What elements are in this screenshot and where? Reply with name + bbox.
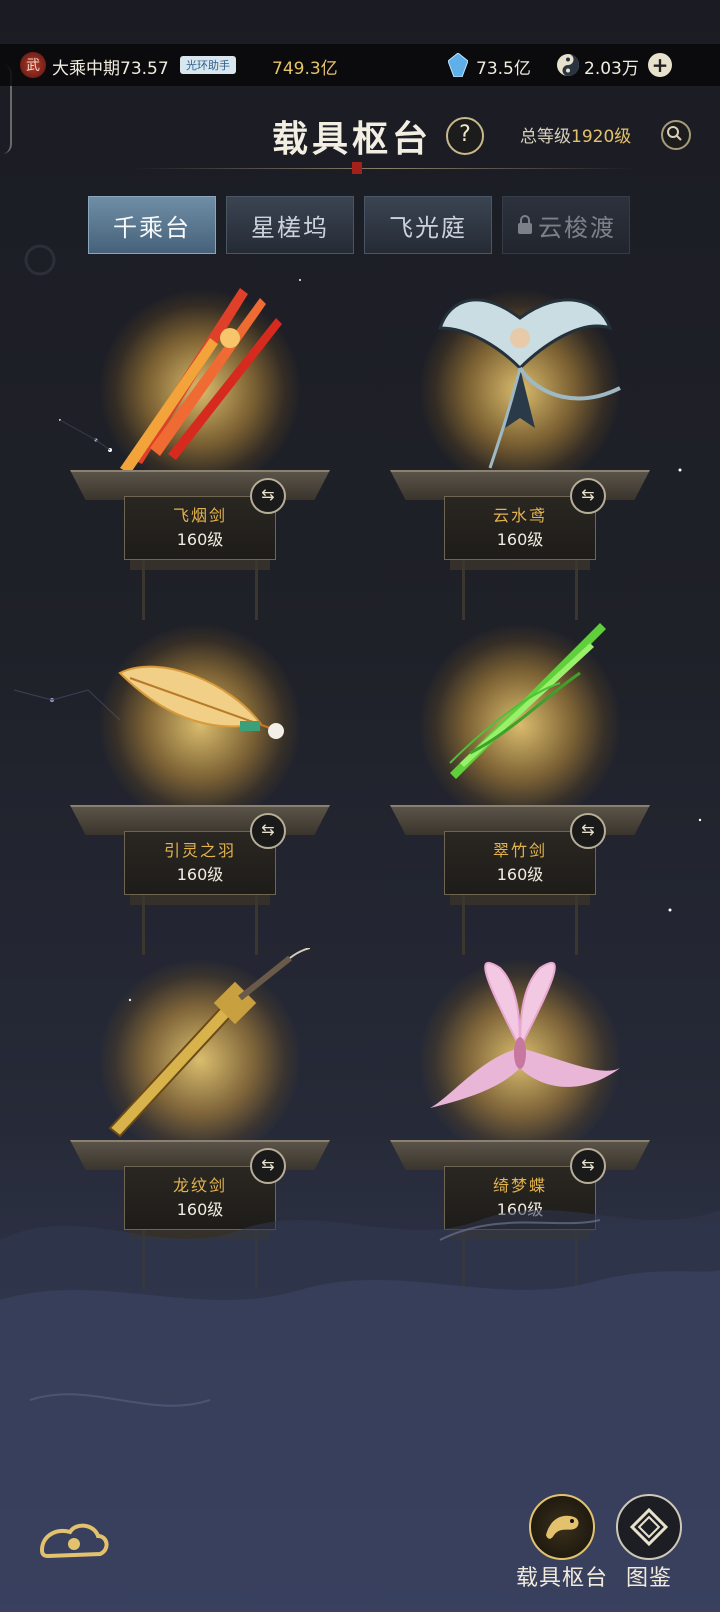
tab-label: 千乘台 xyxy=(113,213,191,242)
title-divider xyxy=(134,168,634,169)
pedestal-legs xyxy=(142,895,258,955)
swap-button[interactable]: ⇆ xyxy=(570,478,606,514)
item-level: 160级 xyxy=(176,530,224,549)
vehicle-card[interactable]: 引灵之羽 160级 ⇆ xyxy=(70,625,330,965)
tab-label: 飞光庭 xyxy=(389,213,467,242)
spirit-amount: 2.03万 xyxy=(584,59,639,79)
yin-yang-icon xyxy=(557,54,579,76)
item-level: 160级 xyxy=(176,865,224,884)
bamboo-sword-icon xyxy=(449,623,606,779)
page-title: 载具枢台 xyxy=(272,118,433,160)
swap-button[interactable]: ⇆ xyxy=(250,1148,286,1184)
atlas-nav[interactable]: 图鉴 xyxy=(616,1494,682,1592)
swap-button[interactable]: ⇆ xyxy=(250,813,286,849)
add-currency-button[interactable]: + xyxy=(648,53,672,77)
swap-button[interactable]: ⇆ xyxy=(250,478,286,514)
total-level: 总等级1920级 xyxy=(520,122,631,147)
helper-pill[interactable]: 光环助手 xyxy=(180,56,236,74)
vehicle-card[interactable]: 飞烟剑 160级 ⇆ xyxy=(70,288,330,630)
category-tabs: 千乘台 星槎坞 飞光庭 云梭渡 xyxy=(88,196,630,254)
vehicle-card[interactable]: 云水鸢 160级 ⇆ xyxy=(390,290,650,630)
cloud-menu-icon[interactable] xyxy=(36,1520,112,1566)
vehicle-platform-nav[interactable]: 载具枢台 xyxy=(516,1494,608,1592)
tab-label: 云梭渡 xyxy=(538,213,616,242)
total-level-value: 1920级 xyxy=(571,127,632,147)
item-level: 160级 xyxy=(496,865,544,884)
flame-sword-icon xyxy=(120,288,282,474)
feather-icon xyxy=(118,665,284,739)
butterfly-icon xyxy=(430,961,620,1108)
pedestal-legs xyxy=(462,895,578,955)
tab-xingchawu[interactable]: 星槎坞 xyxy=(226,196,354,254)
nav-label: 载具枢台 xyxy=(516,1566,609,1591)
coin-amount: 749.3亿 xyxy=(272,59,338,79)
realm-text: 大乘中期73.57 xyxy=(52,59,169,79)
swap-button[interactable]: ⇆ xyxy=(570,813,606,849)
search-icon[interactable] xyxy=(661,120,691,150)
qilin-icon xyxy=(529,1494,595,1560)
gem-amount: 73.5亿 xyxy=(476,59,531,79)
help-button[interactable]: ? xyxy=(446,117,484,155)
lock-icon xyxy=(518,215,532,234)
gem-icon xyxy=(448,53,468,77)
item-level: 160级 xyxy=(496,530,544,549)
pedestal-legs xyxy=(142,560,258,620)
vehicle-card[interactable]: 翠竹剑 160级 ⇆ xyxy=(390,623,650,965)
pedestal-legs xyxy=(462,560,578,620)
tab-feiguangting[interactable]: 飞光庭 xyxy=(364,196,492,254)
resource-bar: 武 大乘中期73.57 光环助手 749.3亿 73.5亿 2.03万 + xyxy=(0,44,720,86)
total-level-label: 总等级 xyxy=(520,127,571,147)
tab-qianchengtai[interactable]: 千乘台 xyxy=(88,196,216,254)
realm-badge: 武 xyxy=(20,52,46,78)
tab-yunsuodu[interactable]: 云梭渡 xyxy=(502,196,630,254)
nav-label: 图鉴 xyxy=(625,1566,672,1591)
swap-button[interactable]: ⇆ xyxy=(570,1148,606,1184)
swallow-kite-icon xyxy=(437,298,621,469)
atlas-icon xyxy=(616,1494,682,1560)
seal-mark xyxy=(352,162,362,174)
dragon-sword-icon xyxy=(108,948,310,1138)
tab-label: 星槎坞 xyxy=(251,213,329,242)
